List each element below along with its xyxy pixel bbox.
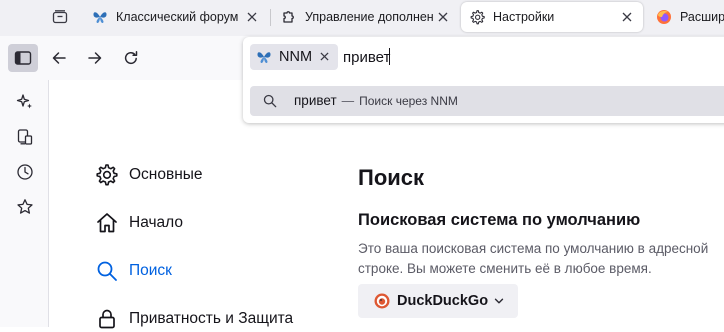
sidebar-bookmarks-button[interactable] bbox=[13, 195, 37, 219]
search-engine-chip-label: NNM bbox=[279, 49, 313, 65]
sidebar-synced-tabs-button[interactable] bbox=[13, 125, 37, 149]
default-engine-heading: Поисковая система по умолчанию bbox=[358, 211, 641, 229]
suggestion-text: привет — Поиск через NNM bbox=[294, 93, 458, 108]
text-caret bbox=[389, 48, 390, 65]
firefox-icon bbox=[656, 9, 672, 25]
tab-forum[interactable]: Классический форум-тр bbox=[84, 2, 266, 32]
suggestion-query: привет bbox=[294, 93, 337, 108]
search-engine-chip[interactable]: NNM bbox=[250, 44, 338, 70]
tab-label: Расшире bbox=[680, 10, 724, 24]
tab-extensions[interactable]: Расшире bbox=[648, 2, 724, 32]
search-icon bbox=[95, 259, 119, 283]
close-icon bbox=[247, 12, 257, 22]
suggestion-action: Поиск через NNM bbox=[359, 94, 458, 108]
nav-item-search[interactable]: Поиск bbox=[95, 258, 172, 284]
puzzle-icon bbox=[281, 9, 297, 25]
tab-list-button[interactable] bbox=[49, 7, 71, 27]
default-engine-description: Это ваша поисковая система по умолчанию … bbox=[358, 241, 709, 276]
gear-icon bbox=[469, 9, 485, 25]
sidebar-icon bbox=[14, 51, 32, 65]
tab-label: Управление дополнени bbox=[305, 10, 433, 24]
tab-addons[interactable]: Управление дополнени bbox=[273, 2, 456, 32]
url-input[interactable] bbox=[343, 45, 703, 69]
default-engine-label: DuckDuckGo bbox=[397, 293, 489, 309]
nav-item-label: Начало bbox=[129, 214, 184, 231]
close-tab-button[interactable] bbox=[244, 9, 260, 25]
star-icon bbox=[17, 199, 33, 214]
nav-item-privacy[interactable]: Приватность и Защита bbox=[95, 306, 293, 332]
close-tab-button[interactable] bbox=[435, 9, 451, 25]
synced-tabs-icon bbox=[17, 129, 33, 145]
tab-strip: Классический форум-тр Управление дополне… bbox=[0, 0, 724, 36]
chevron-down-icon bbox=[494, 296, 504, 306]
default-engine-select[interactable]: DuckDuckGo bbox=[358, 284, 518, 318]
urlbar-popup: NNM привет — Поиск через NNM bbox=[243, 37, 724, 123]
sidebar bbox=[0, 80, 49, 327]
sidebar-toggle-button[interactable] bbox=[8, 44, 38, 72]
nav-item-label: Приватность и Защита bbox=[129, 310, 294, 327]
clock-icon bbox=[17, 164, 33, 180]
sparkle-icon bbox=[16, 94, 32, 109]
close-tab-button[interactable] bbox=[619, 9, 635, 25]
nav-item-label: Поиск bbox=[129, 262, 172, 279]
sidebar-history-button[interactable] bbox=[13, 160, 37, 184]
nav-item-label: Основные bbox=[129, 166, 203, 183]
tab-settings[interactable]: Настройки bbox=[461, 2, 643, 32]
gear-icon bbox=[95, 163, 119, 187]
lock-icon bbox=[95, 307, 119, 331]
search-icon bbox=[262, 93, 278, 109]
butterfly-icon bbox=[257, 52, 271, 63]
close-icon bbox=[319, 51, 329, 61]
reload-button[interactable] bbox=[116, 44, 146, 72]
remove-engine-chip-button[interactable] bbox=[317, 49, 331, 63]
reload-icon bbox=[124, 51, 138, 65]
close-icon bbox=[438, 12, 448, 22]
tab-label: Классический форум-тр bbox=[116, 10, 238, 24]
forward-button[interactable] bbox=[80, 44, 110, 72]
search-suggestion-row[interactable]: привет — Поиск через NNM bbox=[250, 86, 724, 116]
home-icon bbox=[95, 211, 119, 235]
page-title: Поиск bbox=[358, 165, 425, 190]
close-icon bbox=[622, 12, 632, 22]
nav-item-home[interactable]: Начало bbox=[95, 210, 183, 236]
tab-separator bbox=[270, 9, 271, 26]
tab-label: Настройки bbox=[493, 10, 555, 24]
arrow-left-icon bbox=[52, 52, 66, 64]
sidebar-ai-chatbot-button[interactable] bbox=[13, 90, 37, 114]
tab-list-icon bbox=[52, 10, 68, 24]
arrow-right-icon bbox=[88, 52, 102, 64]
back-button[interactable] bbox=[44, 44, 74, 72]
butterfly-icon bbox=[92, 9, 108, 25]
suggestion-separator: — bbox=[341, 94, 355, 108]
nav-item-general[interactable]: Основные bbox=[95, 162, 203, 188]
duckduckgo-icon bbox=[374, 293, 390, 309]
